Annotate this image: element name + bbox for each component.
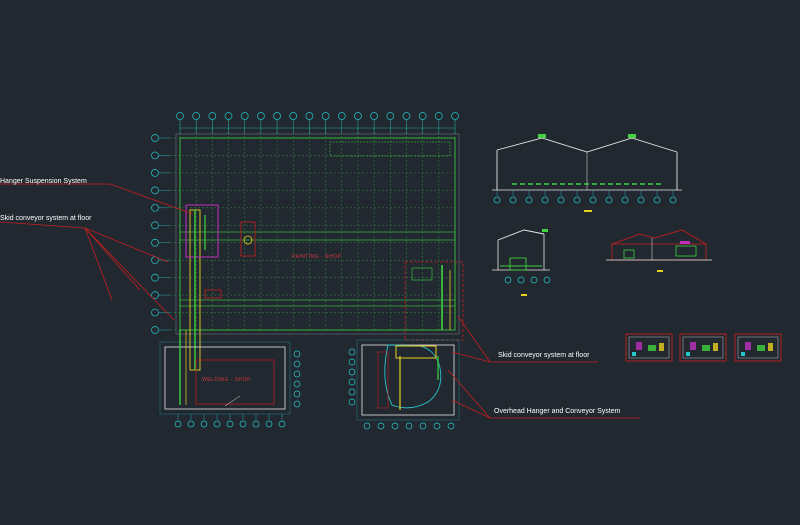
sheet-block	[659, 343, 664, 351]
sheet-block	[768, 343, 773, 351]
roof-vent	[538, 134, 546, 138]
equipment-accent	[680, 241, 690, 244]
roof-vent	[542, 229, 548, 232]
sheet-block	[757, 345, 765, 351]
sheet-block	[745, 342, 751, 350]
scale-bar	[657, 270, 663, 272]
sheet-block	[690, 342, 696, 350]
callout-hanger-suspension: Hanger Suspension System	[0, 178, 87, 185]
sheet-block	[636, 342, 642, 350]
callout-skid-conveyor-right: Skid conveyor system at floor	[498, 352, 590, 359]
callout-overhead-hanger: Overhead Hanger and Conveyor System	[494, 408, 621, 415]
callout-skid-conveyor-left: Skid conveyor system at floor	[0, 215, 92, 222]
sheet-block	[741, 352, 745, 356]
scale-bar	[521, 294, 527, 296]
sheet-block	[702, 345, 710, 351]
sheet-block	[686, 352, 690, 356]
scale-bar	[584, 210, 592, 212]
canvas-background	[0, 0, 800, 525]
room-label-welding-shop: WELDING - SHOP	[202, 377, 251, 383]
cad-drawing-canvas[interactable]	[0, 0, 800, 525]
sheet-block	[713, 343, 718, 351]
room-label-painting-shop: PAINTING - SHOP	[292, 254, 342, 260]
roof-vent	[628, 134, 636, 138]
sheet-block	[648, 345, 656, 351]
sheet-block	[632, 352, 636, 356]
